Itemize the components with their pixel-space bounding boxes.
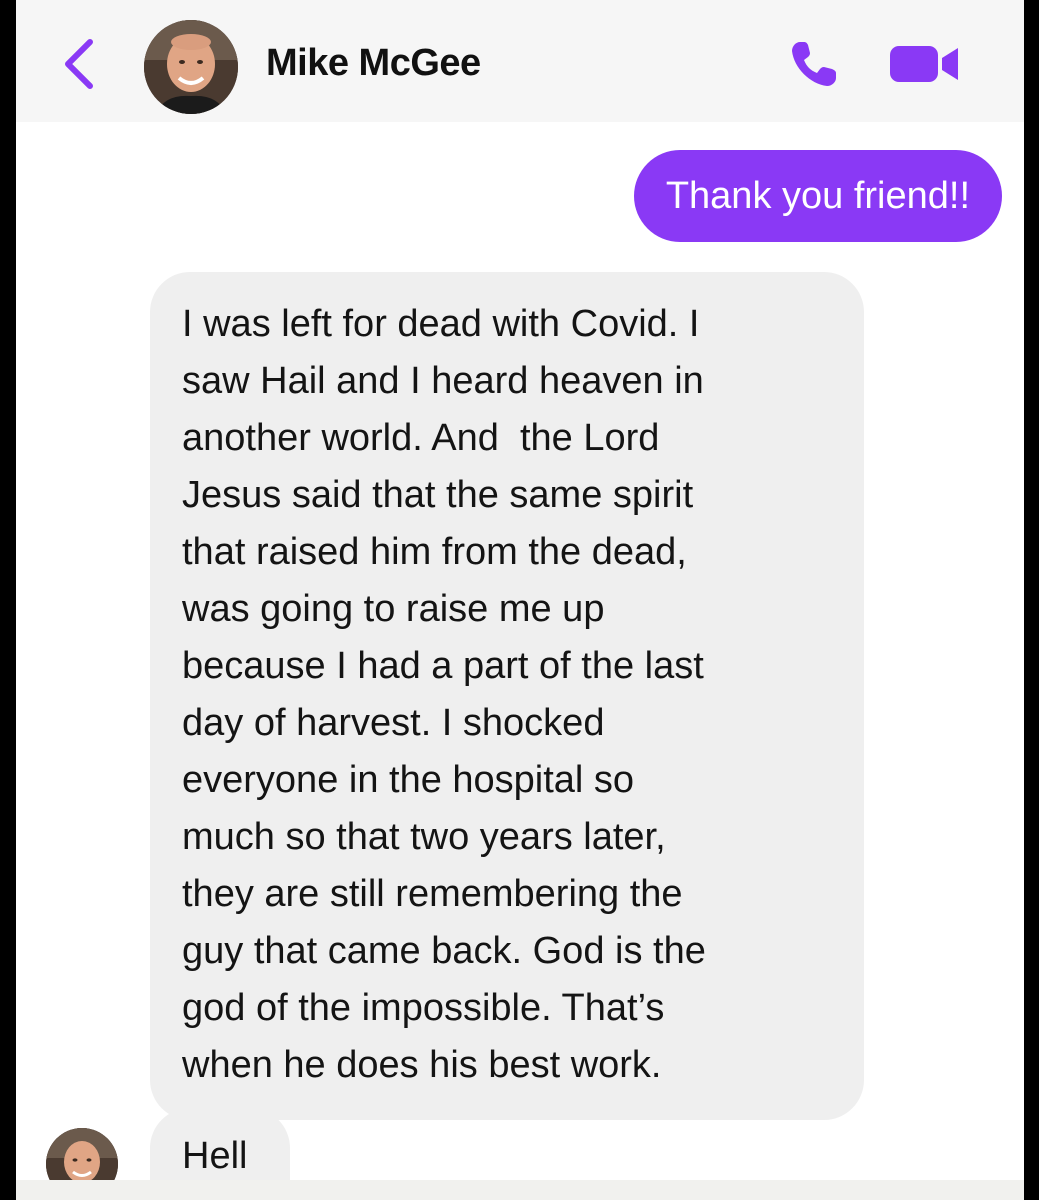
sender-avatar[interactable] [46,1128,118,1180]
outgoing-message[interactable]: Thank you friend!! [633,150,1002,242]
chat-header: Mike McGee [16,0,1024,122]
call-button[interactable] [786,36,842,92]
contact-avatar[interactable] [144,20,238,114]
video-camera-icon [890,46,958,82]
incoming-message[interactable]: Hell [150,1108,290,1180]
chevron-left-icon [65,39,93,89]
avatar-photo [144,20,238,114]
chat-screen: Mike McGee Thank you friend!! I was left… [16,0,1024,1180]
contact-name[interactable]: Mike McGee [266,42,481,85]
incoming-message[interactable]: I was left for dead with Covid. I saw Ha… [150,272,864,1120]
avatar-photo-small [46,1128,118,1180]
phone-icon [792,42,836,86]
bottom-edge [16,1180,1024,1200]
back-button[interactable] [60,36,100,92]
video-call-button[interactable] [888,40,962,88]
